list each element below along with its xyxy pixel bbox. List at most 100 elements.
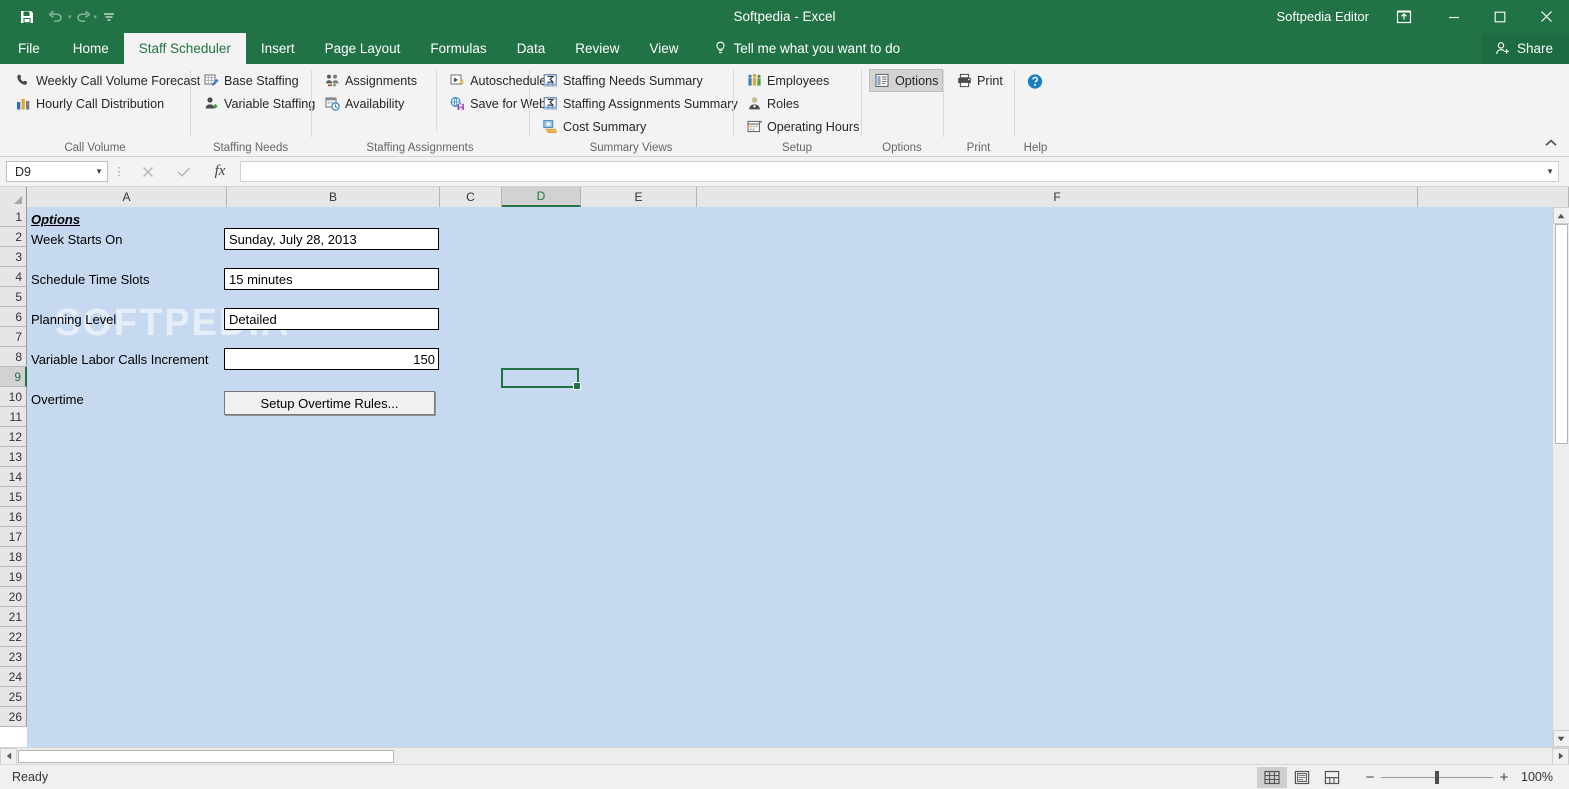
row-header-26[interactable]: 26 (0, 707, 27, 727)
row-header-13[interactable]: 13 (0, 447, 27, 467)
row-header-16[interactable]: 16 (0, 507, 27, 527)
cell-a2[interactable]: Week Starts On (31, 230, 123, 250)
tab-staff-scheduler[interactable]: Staff Scheduler (123, 33, 246, 64)
collapse-ribbon-button[interactable] (1543, 136, 1559, 150)
cell-a10[interactable]: Overtime (31, 390, 84, 410)
row-header-18[interactable]: 18 (0, 547, 27, 567)
select-all-button[interactable] (0, 187, 27, 207)
row-header-7[interactable]: 7 (0, 327, 27, 347)
column-header-b[interactable]: B (227, 187, 440, 207)
horizontal-scroll-thumb[interactable] (18, 749, 394, 763)
tab-insert[interactable]: Insert (246, 33, 310, 64)
row-header-24[interactable]: 24 (0, 667, 27, 687)
staffing-needs-summary-button[interactable]: Staffing Needs Summary (537, 69, 743, 92)
column-header-e[interactable]: E (581, 187, 697, 207)
share-button[interactable]: Share (1480, 33, 1569, 64)
row-header-10[interactable]: 10 (0, 387, 27, 407)
formula-input[interactable]: ▼ (240, 161, 1559, 182)
expand-formula-bar-icon[interactable]: ▼ (1546, 167, 1554, 176)
name-box[interactable]: D9 ▼ (6, 161, 108, 182)
cell-area[interactable]: SOFTPEDIA® Options Week Starts On Schedu… (27, 207, 1552, 747)
operating-hours-button[interactable]: Operating Hours (741, 115, 864, 138)
normal-view-button[interactable] (1257, 766, 1287, 788)
tab-home[interactable]: Home (58, 33, 124, 64)
redo-dropdown-icon[interactable]: ▾ (94, 13, 98, 21)
horizontal-scrollbar[interactable] (0, 747, 1569, 764)
schedule-time-slots-field[interactable]: 15 minutes (224, 268, 439, 290)
customize-qat-icon[interactable] (99, 5, 119, 29)
ribbon-display-options-icon[interactable] (1387, 0, 1421, 33)
column-header-c[interactable]: C (440, 187, 502, 207)
tab-review[interactable]: Review (560, 33, 634, 64)
row-header-11[interactable]: 11 (0, 407, 27, 427)
row-header-3[interactable]: 3 (0, 247, 27, 267)
planning-level-field[interactable]: Detailed (224, 308, 439, 330)
row-header-15[interactable]: 15 (0, 487, 27, 507)
week-starts-on-field[interactable]: Sunday, July 28, 2013 (224, 228, 439, 250)
save-icon[interactable] (14, 5, 40, 29)
row-header-19[interactable]: 19 (0, 567, 27, 587)
row-header-2[interactable]: 2 (0, 227, 27, 247)
row-header-25[interactable]: 25 (0, 687, 27, 707)
row-header-5[interactable]: 5 (0, 287, 27, 307)
row-header-22[interactable]: 22 (0, 627, 27, 647)
row-header-23[interactable]: 23 (0, 647, 27, 667)
selected-cell-d9[interactable] (501, 368, 581, 390)
close-button[interactable] (1523, 0, 1569, 33)
tab-formulas[interactable]: Formulas (415, 33, 501, 64)
variable-labor-calls-increment-field[interactable]: 150 (224, 348, 439, 370)
tab-view[interactable]: View (634, 33, 693, 64)
row-header-4[interactable]: 4 (0, 267, 27, 287)
zoom-level-label[interactable]: 100% (1515, 770, 1563, 784)
column-header-a[interactable]: A (27, 187, 227, 207)
confirm-check-icon[interactable] (166, 161, 202, 183)
assignments-button[interactable]: Assignments (319, 69, 422, 92)
scroll-up-button[interactable] (1552, 207, 1569, 224)
account-name[interactable]: Softpedia Editor (1276, 9, 1369, 24)
chevron-down-icon[interactable]: ▼ (95, 167, 103, 176)
variable-staffing-button[interactable]: Variable Staffing (198, 92, 320, 115)
roles-button[interactable]: Roles (741, 92, 864, 115)
scroll-right-button[interactable] (1552, 747, 1569, 764)
row-header-9[interactable]: 9 (0, 367, 27, 387)
vertical-scrollbar[interactable] (1552, 207, 1569, 747)
setup-overtime-rules-button[interactable]: Setup Overtime Rules... (224, 391, 435, 415)
page-break-preview-button[interactable] (1317, 767, 1347, 788)
tab-page-layout[interactable]: Page Layout (310, 33, 416, 64)
availability-button[interactable]: Availability (319, 92, 422, 115)
horizontal-scroll-track[interactable] (17, 748, 1552, 765)
undo-icon[interactable] (42, 5, 68, 29)
maximize-button[interactable] (1477, 0, 1523, 33)
column-header-d[interactable]: D (502, 187, 581, 207)
row-header-20[interactable]: 20 (0, 587, 27, 607)
cancel-x-icon[interactable] (130, 161, 166, 183)
redo-icon[interactable] (74, 5, 94, 29)
print-button[interactable]: Print (951, 69, 1008, 92)
zoom-slider-handle[interactable] (1435, 770, 1439, 784)
row-header-12[interactable]: 12 (0, 427, 27, 447)
row-header-6[interactable]: 6 (0, 307, 27, 327)
minimize-button[interactable] (1431, 0, 1477, 33)
cell-a1[interactable]: Options (31, 210, 80, 230)
page-layout-view-button[interactable] (1287, 767, 1317, 788)
help-button[interactable] (1022, 70, 1053, 93)
undo-dropdown-icon[interactable]: ▾ (68, 13, 72, 21)
cell-a4[interactable]: Schedule Time Slots (31, 270, 150, 290)
cost-summary-button[interactable]: Cost Summary (537, 115, 743, 138)
base-staffing-button[interactable]: Base Staffing (198, 69, 320, 92)
employees-button[interactable]: Employees (741, 69, 864, 92)
row-header-14[interactable]: 14 (0, 467, 27, 487)
zoom-out-button[interactable]: − (1359, 769, 1381, 786)
tab-data[interactable]: Data (502, 33, 561, 64)
options-button[interactable]: Options (869, 69, 944, 92)
formula-bar-grip[interactable]: ⋮ (108, 165, 130, 178)
cell-a6[interactable]: Planning Level (31, 310, 116, 330)
column-header-f[interactable]: F (697, 187, 1418, 207)
row-header-8[interactable]: 8 (0, 347, 27, 367)
tab-file[interactable]: File (0, 33, 58, 64)
column-header-g[interactable] (1418, 187, 1569, 207)
vertical-scroll-track[interactable] (1552, 224, 1569, 730)
insert-function-icon[interactable]: fx (202, 161, 238, 183)
zoom-slider[interactable] (1381, 769, 1493, 786)
staffing-assignments-summary-button[interactable]: Staffing Assignments Summary (537, 92, 743, 115)
